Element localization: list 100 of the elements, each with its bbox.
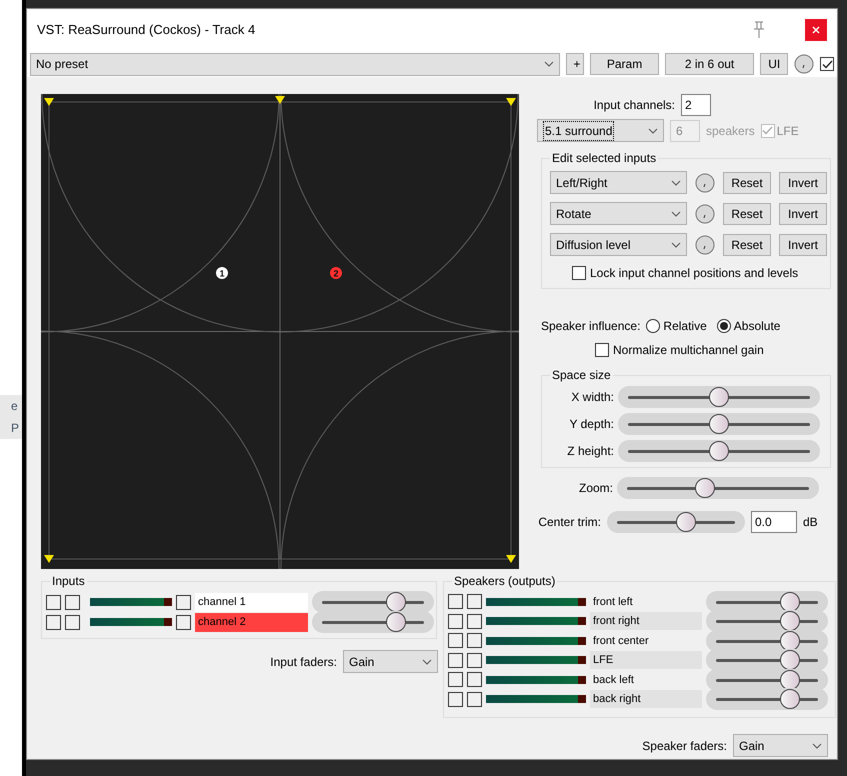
checkbox-label: Normalize multichannel gain — [613, 342, 764, 359]
radio-button[interactable] — [716, 319, 731, 333]
slider[interactable] — [312, 611, 434, 633]
slider-thumb[interactable] — [780, 670, 800, 690]
slider[interactable] — [312, 591, 434, 613]
chevron-down-icon — [671, 180, 681, 186]
slider[interactable] — [706, 688, 828, 710]
surround-pad[interactable]: 1 2 — [41, 94, 519, 569]
button[interactable]: Param — [590, 53, 659, 75]
slider-thumb[interactable] — [709, 441, 729, 461]
toggle-box[interactable] — [448, 594, 463, 610]
speaker-marker[interactable] — [506, 555, 516, 563]
slider[interactable] — [618, 386, 820, 408]
slider-thumb[interactable] — [780, 592, 800, 612]
slider-thumb[interactable] — [780, 630, 800, 651]
speaker-marker[interactable] — [44, 98, 54, 106]
channel-marker[interactable]: 2 — [330, 267, 342, 279]
toggle-box[interactable] — [46, 594, 61, 610]
checkbox[interactable] — [595, 343, 609, 357]
toggle-box[interactable] — [65, 594, 80, 610]
toggle-box[interactable] — [467, 633, 482, 648]
slider-thumb[interactable] — [386, 612, 406, 632]
channel-marker[interactable]: 1 — [216, 267, 228, 279]
button[interactable]: Reset — [723, 172, 771, 194]
speaker-marker[interactable] — [44, 555, 54, 563]
slider-thumb[interactable] — [695, 478, 716, 498]
background-text: P — [0, 417, 22, 439]
button[interactable]: Invert — [779, 202, 827, 224]
speaker-marker[interactable] — [275, 96, 285, 104]
toggle-box[interactable] — [448, 614, 463, 629]
group-title: Edit selected inputs — [550, 150, 658, 166]
dropdown[interactable]: Diffusion level — [550, 233, 687, 256]
toggle-box[interactable] — [65, 614, 80, 630]
knob-icon[interactable] — [695, 204, 715, 224]
toggle-box[interactable] — [467, 652, 482, 668]
close-button[interactable] — [805, 19, 827, 41]
input-field[interactable]: 0.0 — [751, 511, 797, 533]
dropdown[interactable]: Rotate — [550, 202, 687, 225]
checkbox[interactable] — [820, 57, 834, 71]
slider[interactable] — [618, 440, 820, 462]
slider-thumb[interactable] — [676, 512, 696, 532]
checkbox[interactable] — [572, 266, 586, 280]
dropdown[interactable]: 5.1 surround — [537, 119, 664, 142]
slider-thumb[interactable] — [709, 387, 729, 407]
radio-button[interactable] — [646, 319, 660, 333]
chevron-down-icon — [671, 242, 681, 248]
slider-thumb[interactable] — [386, 592, 406, 612]
toggle-box[interactable] — [448, 672, 463, 688]
channel-name[interactable]: channel 1 — [195, 592, 308, 612]
slider-thumb[interactable] — [780, 689, 800, 710]
toggle-box[interactable] — [467, 594, 482, 610]
button[interactable]: UI — [760, 53, 788, 75]
input-field[interactable]: 2 — [681, 94, 711, 116]
toggle-box[interactable] — [448, 633, 463, 648]
speaker-name: back right — [590, 690, 702, 708]
dropdown[interactable]: Gain — [343, 650, 438, 673]
button[interactable]: + — [566, 53, 584, 75]
slider-label: Zoom: — [578, 480, 613, 497]
toggle-box[interactable] — [467, 614, 482, 629]
toggle-box[interactable] — [46, 614, 61, 630]
toggle-box[interactable] — [176, 614, 191, 630]
button[interactable]: Invert — [779, 234, 827, 256]
speaker-marker[interactable] — [506, 98, 516, 106]
field-label: speakers — [706, 122, 755, 140]
group-title: Space size — [550, 367, 613, 383]
slider-label: X width: — [570, 389, 614, 406]
dropdown[interactable]: No preset — [30, 52, 560, 76]
button[interactable]: Reset — [723, 202, 771, 224]
button[interactable]: 2 in 6 out — [664, 53, 754, 75]
button[interactable]: Invert — [779, 172, 827, 194]
speaker-name: front right — [590, 612, 702, 630]
toggle-box[interactable] — [176, 594, 191, 610]
dropdown[interactable]: Left/Right — [550, 171, 687, 194]
chevron-down-icon — [671, 210, 681, 216]
window-title: VST: ReaSurround (Cockos) - Track 4 — [37, 21, 256, 40]
knob-icon[interactable] — [695, 172, 715, 192]
radio-label: Absolute — [734, 318, 780, 335]
chevron-down-icon — [422, 658, 432, 664]
toggle-box[interactable] — [467, 692, 482, 707]
slider[interactable] — [618, 413, 820, 435]
knob-icon[interactable] — [695, 234, 715, 254]
slider[interactable] — [607, 511, 745, 533]
toggle-box[interactable] — [467, 672, 482, 688]
slider-thumb[interactable] — [780, 611, 800, 632]
button[interactable]: Reset — [723, 234, 771, 256]
background-text: e — [0, 395, 22, 417]
slider-label: Y depth: — [568, 416, 614, 433]
slider-thumb[interactable] — [709, 414, 729, 434]
channel-name[interactable]: channel 2 — [195, 612, 308, 632]
slider[interactable] — [617, 477, 819, 499]
slider[interactable] — [706, 590, 828, 613]
pin-icon[interactable] — [751, 21, 767, 39]
slider-thumb[interactable] — [780, 650, 800, 670]
unit-label: dB — [803, 514, 818, 531]
knob-icon[interactable] — [794, 54, 814, 74]
toggle-box[interactable] — [448, 692, 463, 707]
dropdown[interactable]: Gain — [733, 734, 828, 757]
toggle-box[interactable] — [448, 652, 463, 668]
field-label: Speaker faders: — [642, 738, 727, 754]
radio-label: Relative — [663, 318, 707, 335]
